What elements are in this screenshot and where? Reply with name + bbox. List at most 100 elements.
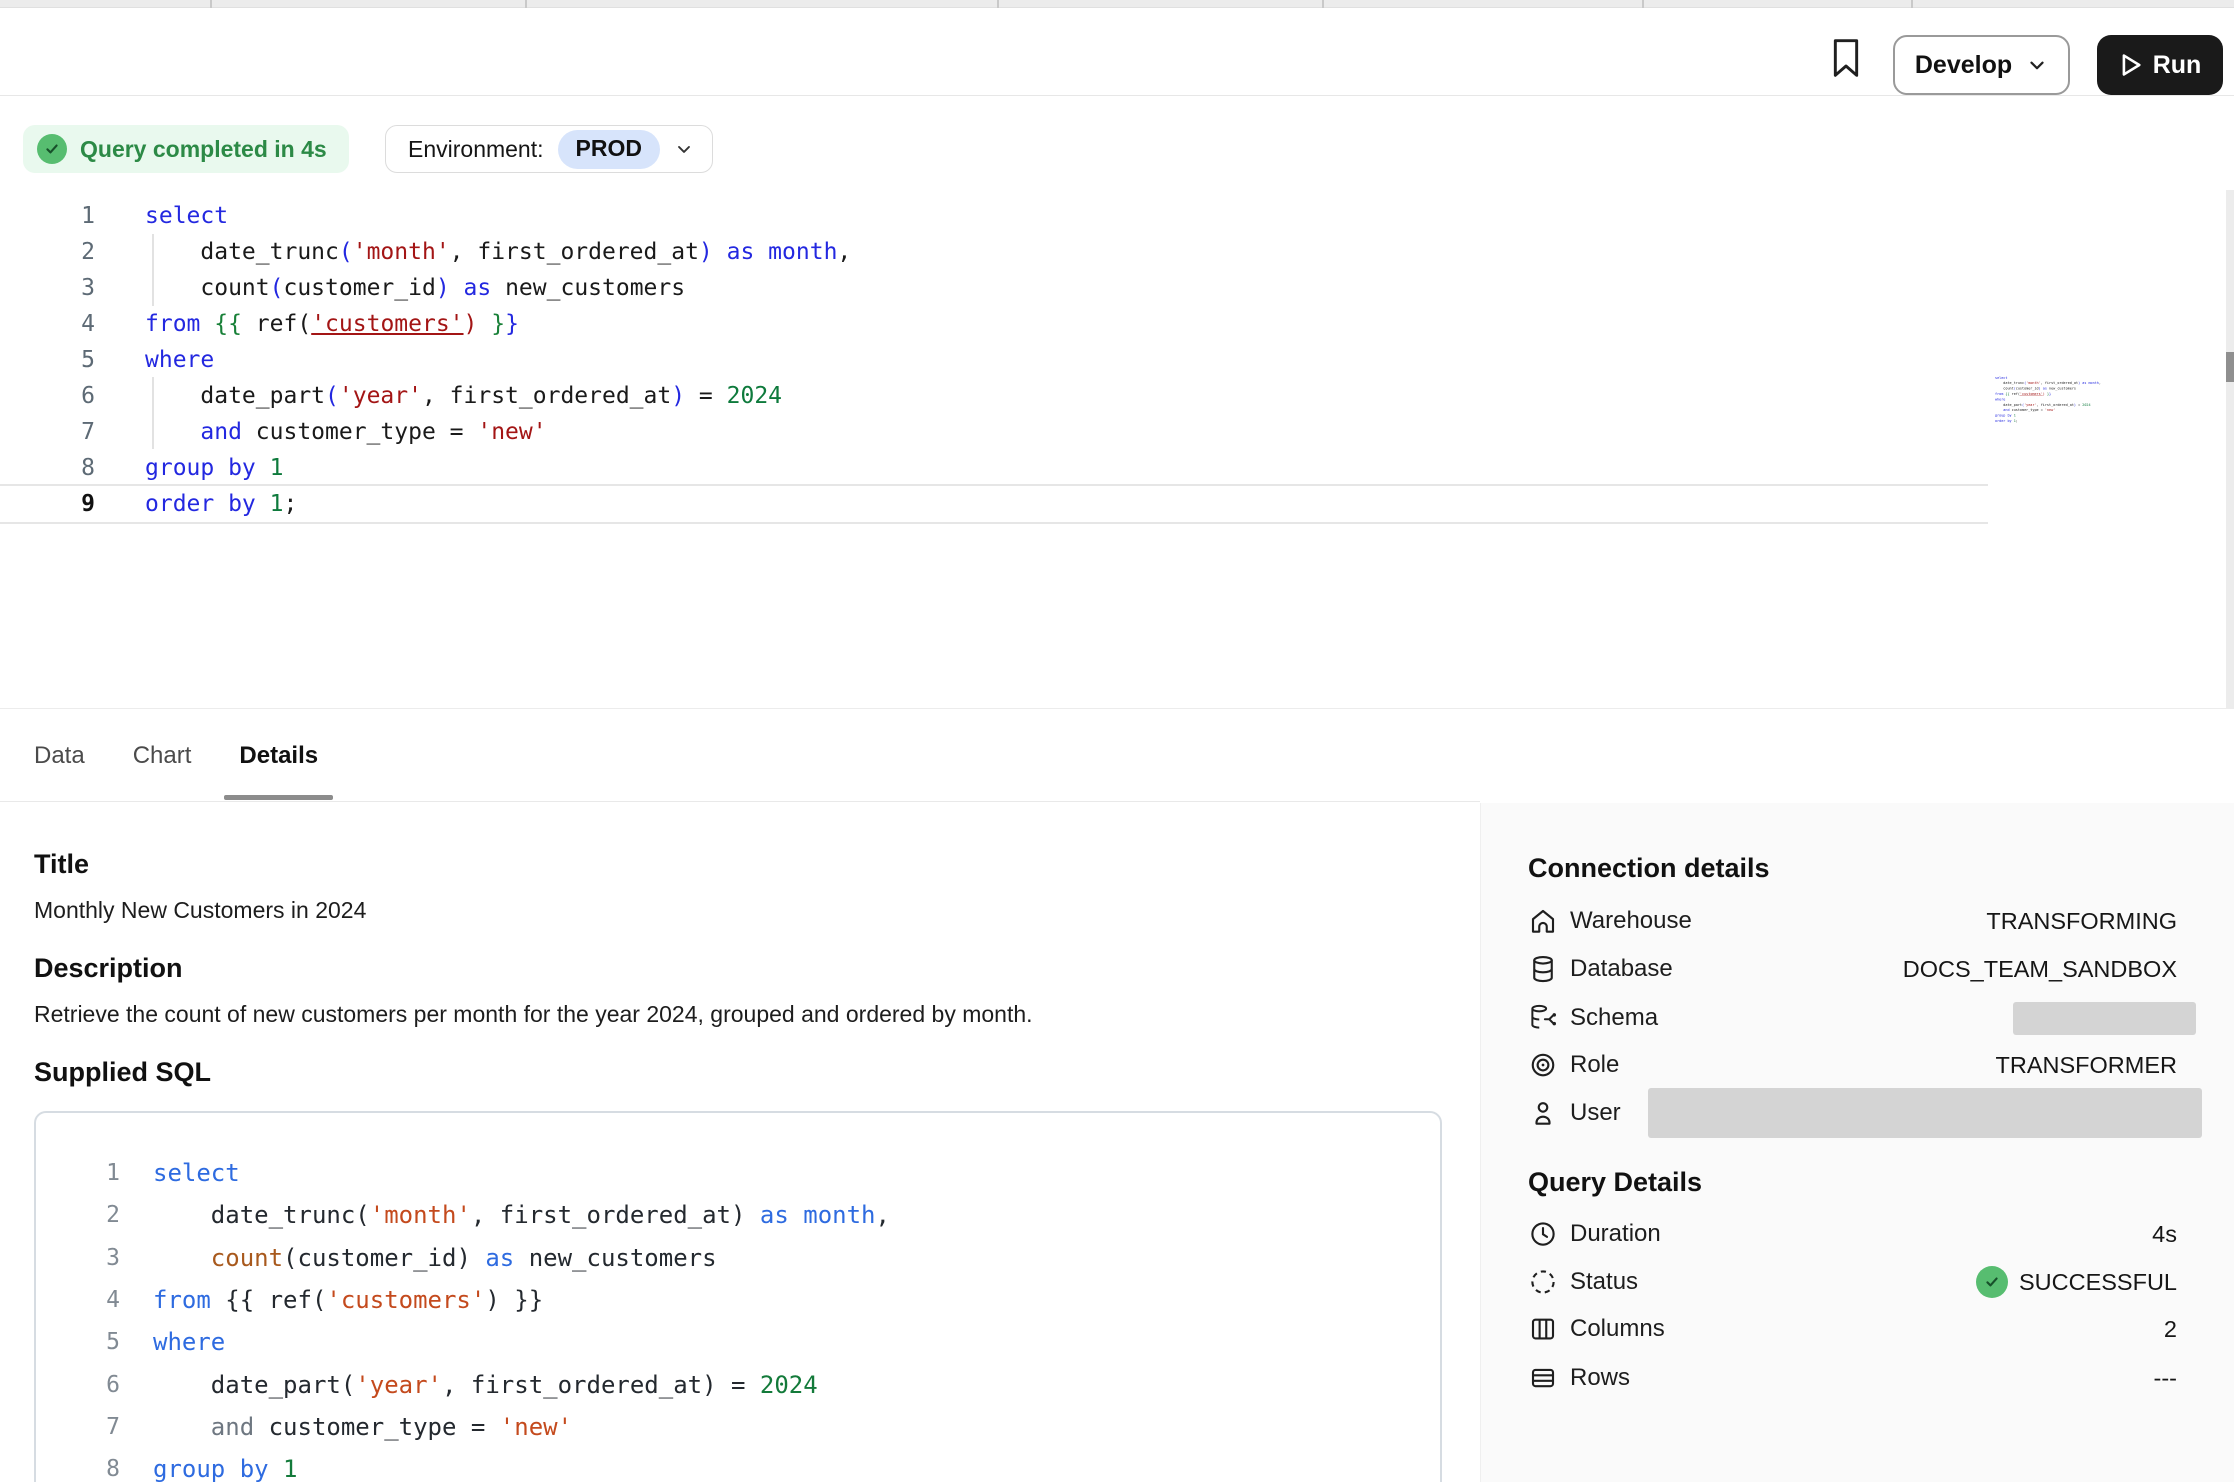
line-number: 5 (36, 1321, 120, 1363)
top-strip-divider (1642, 0, 1644, 8)
details-side-panel: Connection details WarehouseTRANSFORMING… (1480, 803, 2234, 1482)
code-line[interactable]: 7 and customer_type = 'new' (0, 414, 1988, 450)
app-window: Develop Run Query completed in 4s Enviro… (0, 0, 2234, 1482)
chevron-down-icon (674, 139, 694, 159)
run-button[interactable]: Run (2097, 35, 2223, 95)
bookmark-icon (1830, 38, 1862, 78)
code-text: date_part('year', first_ordered_at) = 20… (153, 1364, 818, 1406)
line-number: 7 (0, 414, 95, 450)
row-value: SUCCESSFUL (2019, 1258, 2177, 1306)
results-tab-bar: Data Chart Details (0, 708, 2234, 803)
sql-editor[interactable]: 1 select2 date_trunc('month', first_order… (0, 173, 2226, 703)
tab-label: Details (239, 742, 318, 770)
environment-label: Environment: (408, 136, 544, 163)
tab-chart[interactable]: Chart (133, 709, 192, 803)
code-text: order by 1; (145, 486, 297, 522)
role-icon (1528, 1050, 1558, 1080)
columns-icon (1528, 1314, 1558, 1344)
code-text: count(customer_id) as new_customers (145, 270, 685, 306)
duration-row: Duration4s (1528, 1210, 2234, 1258)
line-number: 5 (0, 342, 95, 378)
success-check-icon (1976, 1266, 2008, 1298)
code-line[interactable]: 3 count(customer_id) as new_customers (0, 270, 1988, 306)
code-line[interactable]: 2 date_trunc('month', first_ordered_at) … (0, 234, 1988, 270)
title-value: Monthly New Customers in 2024 (34, 897, 366, 924)
code-text: group by 1 (153, 1448, 298, 1482)
line-number: 8 (0, 450, 95, 486)
warehouse-row: Warehouse TRANSFORMING (1528, 897, 2234, 945)
rows-row: Rows--- (1528, 1354, 2234, 1402)
user-row: User (1528, 1089, 2234, 1137)
row-label: Status (1570, 1258, 1638, 1306)
run-button-label: Run (2153, 51, 2202, 80)
environment-dropdown[interactable]: Environment: PROD (385, 125, 713, 173)
code-line[interactable]: 9 order by 1; (0, 486, 1988, 522)
scrollbar-track[interactable] (2226, 190, 2234, 733)
scrollbar-thumb[interactable] (2226, 352, 2234, 382)
code-line[interactable]: 1 select (0, 198, 1988, 234)
develop-dropdown-button[interactable]: Develop (1893, 35, 2070, 95)
top-strip-divider (997, 0, 999, 8)
code-text: select (153, 1152, 240, 1194)
query-status-text: Query completed in 4s (80, 136, 327, 163)
code-line[interactable]: 5 where (0, 342, 1988, 378)
line-number: 1 (36, 1152, 120, 1194)
row-label: Columns (1570, 1305, 1665, 1353)
line-number: 6 (0, 378, 95, 414)
code-text: where (153, 1321, 225, 1363)
description-heading: Description (34, 953, 183, 984)
duration-icon (1528, 1219, 1558, 1249)
code-line: 2 date_trunc('month', first_ordered_at) … (36, 1194, 1440, 1236)
line-number: 7 (36, 1406, 120, 1448)
line-number: 1 (0, 198, 95, 234)
role-row: RoleTRANSFORMER (1528, 1041, 2234, 1089)
top-strip-divider (525, 0, 527, 8)
code-text: group by 1 (145, 450, 284, 486)
title-heading: Title (34, 849, 89, 880)
row-value: TRANSFORMING (1986, 897, 2177, 945)
redacted-value (1648, 1088, 2202, 1138)
develop-button-label: Develop (1915, 51, 2012, 80)
line-number: 4 (36, 1279, 120, 1321)
row-value: 2 (2164, 1305, 2177, 1353)
code-text: and customer_type = 'new' (1995, 408, 2055, 412)
code-line: 4from {{ ref('customers') }} (36, 1279, 1440, 1321)
indent-guide (152, 377, 154, 449)
tab-details[interactable]: Details (239, 709, 318, 803)
code-text: date_trunc('month', first_ordered_at) as… (145, 234, 851, 270)
top-strip-divider (1322, 0, 1324, 8)
tab-label: Data (34, 742, 85, 770)
tab-label: Chart (133, 742, 192, 770)
code-line: 6 date_part('year', first_ordered_at) = … (36, 1364, 1440, 1406)
top-tab-strip (0, 0, 2234, 8)
rows-icon (1528, 1363, 1558, 1393)
code-line[interactable]: 8 group by 1 (0, 450, 1988, 486)
code-line: 3 count(customer_id) as new_customers (36, 1237, 1440, 1279)
row-label: Rows (1570, 1354, 1630, 1402)
bookmark-button[interactable] (1824, 33, 1868, 83)
user-icon (1528, 1098, 1558, 1128)
code-text: order by 1; (1995, 419, 2018, 423)
warehouse-icon (1528, 906, 1558, 936)
code-line[interactable]: 6 date_part('year', first_ordered_at) = … (0, 378, 1988, 414)
schema-row: Schema (1528, 994, 2234, 1042)
chevron-down-icon (2026, 54, 2048, 76)
supplied-sql-code-block: 1 select2 date_trunc('month', first_order… (34, 1111, 1442, 1482)
row-label: Warehouse (1570, 897, 1692, 945)
row-label: Schema (1570, 994, 1658, 1042)
code-text: count(customer_id) as new_customers (153, 1237, 717, 1279)
row-label: Duration (1570, 1210, 1661, 1258)
line-number: 9 (0, 486, 95, 522)
redacted-value (2013, 1002, 2196, 1035)
code-text: select (145, 198, 228, 234)
tab-data[interactable]: Data (34, 709, 85, 803)
code-line: 1 select (36, 1152, 1440, 1194)
code-text: and customer_type = 'new' (145, 414, 547, 450)
code-text: where (145, 342, 214, 378)
line-number: 3 (0, 270, 95, 306)
editor-minimap[interactable]: select date_trunc('month', first_ordered… (1995, 375, 2103, 445)
line-number: 6 (36, 1364, 120, 1406)
code-line: order by 1; (1995, 418, 2103, 423)
code-line[interactable]: 4from {{ ref('customers') }} (0, 306, 1988, 342)
query-status-badge: Query completed in 4s (23, 125, 349, 173)
